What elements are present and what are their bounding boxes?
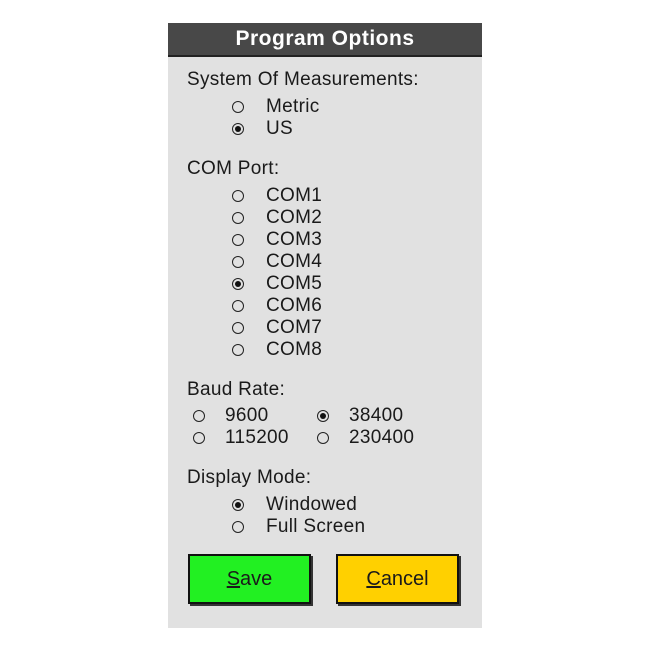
cancel-button[interactable]: Cancel (336, 554, 459, 604)
option-label: COM1 (266, 185, 323, 206)
radio-checked-icon (232, 499, 244, 511)
radio-baud-230400[interactable]: 230400 (317, 427, 414, 449)
radio-unchecked-icon (232, 190, 244, 202)
option-label: COM2 (266, 207, 323, 228)
radio-unchecked-icon (193, 410, 205, 422)
radio-com5[interactable]: COM5 (232, 273, 322, 295)
option-label: 230400 (349, 427, 415, 448)
option-label: 9600 (225, 405, 269, 426)
option-label: 38400 (349, 405, 404, 426)
radio-checked-icon (232, 123, 244, 135)
radio-unchecked-icon (232, 101, 244, 113)
radio-com1[interactable]: COM1 (232, 185, 322, 207)
radio-unchecked-icon (232, 521, 244, 533)
radio-unchecked-icon (232, 212, 244, 224)
save-label-rest: ave (240, 568, 273, 590)
option-label: 115200 (225, 427, 289, 448)
radio-unchecked-icon (232, 256, 244, 268)
radio-unchecked-icon (193, 432, 205, 444)
option-label: COM4 (266, 251, 323, 272)
radio-com2[interactable]: COM2 (232, 207, 322, 229)
com-port-label: COM Port: (187, 158, 280, 179)
radio-com7[interactable]: COM7 (232, 317, 322, 339)
option-label: COM7 (266, 317, 323, 338)
radio-unchecked-icon (232, 344, 244, 356)
radio-windowed[interactable]: Windowed (232, 494, 357, 516)
radio-checked-icon (317, 410, 329, 422)
program-options-dialog: Program Options System Of Measurements: … (168, 23, 482, 628)
option-label: COM8 (266, 339, 323, 360)
baud-rate-label: Baud Rate: (187, 379, 286, 400)
radio-com8[interactable]: COM8 (232, 339, 322, 361)
radio-unchecked-icon (232, 234, 244, 246)
save-mnemonic: S (226, 568, 241, 590)
radio-unchecked-icon (317, 432, 329, 444)
radio-com3[interactable]: COM3 (232, 229, 322, 251)
measurements-label: System Of Measurements: (187, 69, 419, 90)
radio-baud-9600[interactable]: 9600 (193, 405, 268, 427)
radio-checked-icon (232, 278, 244, 290)
display-mode-label: Display Mode: (187, 467, 312, 488)
radio-unchecked-icon (232, 300, 244, 312)
option-label: Windowed (266, 494, 358, 515)
cancel-mnemonic: C (366, 568, 381, 590)
radio-baud-38400[interactable]: 38400 (317, 405, 403, 427)
radio-unchecked-icon (232, 322, 244, 334)
cancel-label-rest: ancel (380, 568, 429, 590)
dialog-title: Program Options (168, 23, 482, 57)
option-label: COM6 (266, 295, 323, 316)
option-label: Metric (266, 96, 320, 117)
save-button[interactable]: Save (188, 554, 311, 604)
option-label: COM3 (266, 229, 323, 250)
option-label: US (266, 118, 293, 139)
radio-metric[interactable]: Metric (232, 96, 320, 118)
radio-full-screen[interactable]: Full Screen (232, 516, 365, 538)
option-label: COM5 (266, 273, 323, 294)
option-label: Full Screen (266, 516, 366, 537)
radio-com6[interactable]: COM6 (232, 295, 322, 317)
radio-com4[interactable]: COM4 (232, 251, 322, 273)
radio-baud-115200[interactable]: 115200 (193, 427, 289, 449)
radio-us[interactable]: US (232, 118, 293, 140)
